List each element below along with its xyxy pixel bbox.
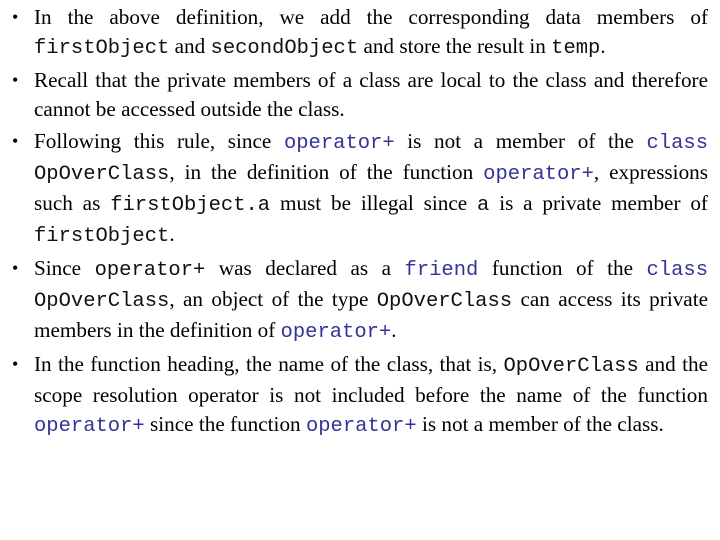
bullet-text: Since operator+ was declared as a friend…: [34, 256, 708, 344]
text-span: In the function heading, the name of the…: [34, 352, 504, 376]
code-span: firstObject: [34, 225, 170, 248]
bullet-text: Following this rule, since operator+ is …: [34, 129, 708, 248]
bullet-item: • In the above definition, we add the co…: [10, 3, 708, 63]
text-span: since the function: [144, 412, 306, 436]
code-span: firstObject.a: [110, 194, 271, 217]
code-keyword-span: friend: [404, 259, 479, 282]
bullet-text: In the function heading, the name of the…: [34, 352, 708, 438]
bullet-dot-icon: •: [12, 131, 19, 151]
bullet-item: • Following this rule, since operator+ i…: [10, 127, 708, 251]
text-span: and: [169, 34, 211, 58]
text-span: is a private member of: [489, 191, 708, 215]
bullet-dot-icon: •: [12, 7, 19, 27]
code-keyword-span: operator+: [283, 132, 395, 155]
text-span: .: [169, 222, 175, 246]
bullet-dot-icon: •: [12, 258, 19, 278]
code-span: operator+: [94, 259, 206, 282]
text-span: and store the result in: [358, 34, 552, 58]
code-span: secondObject: [210, 37, 359, 60]
text-span: was declared as a: [205, 256, 405, 280]
text-span: Following this rule, since: [34, 129, 284, 153]
code-span: OpOverClass: [376, 290, 513, 313]
code-span: OpOverClass: [34, 163, 170, 186]
code-keyword-span: class: [646, 132, 708, 155]
code-span: a: [477, 194, 490, 217]
text-span: Since: [34, 256, 95, 280]
bullet-list: • In the above definition, we add the co…: [10, 3, 708, 444]
code-keyword-span: operator+: [34, 415, 145, 438]
code-keyword-span: operator+: [483, 163, 594, 186]
bullet-text: In the above definition, we add the corr…: [34, 5, 708, 60]
text-span: function of the: [478, 256, 647, 280]
text-span: Recall that the private members of a cla…: [34, 68, 708, 121]
text-span: is not a member of the class.: [416, 412, 664, 436]
text-span: , an object of the type: [169, 287, 377, 311]
code-keyword-span: operator+: [305, 415, 417, 438]
text-span: In the above definition, we add the corr…: [34, 5, 708, 29]
code-span: OpOverClass: [34, 290, 170, 313]
text-span: .: [600, 34, 606, 58]
bullet-item: • Recall that the private members of a c…: [10, 66, 708, 124]
code-span: OpOverClass: [503, 355, 639, 378]
bullet-dot-icon: •: [12, 354, 19, 374]
code-keyword-span: operator+: [280, 321, 392, 344]
bullet-item: • Since operator+ was declared as a frie…: [10, 254, 708, 347]
bullet-item: • In the function heading, the name of t…: [10, 350, 708, 441]
text-span: .: [391, 318, 397, 342]
text-span: is not a member of the: [394, 129, 647, 153]
text-span: must be illegal since: [270, 191, 478, 215]
text-span: , in the definition of the function: [169, 160, 484, 184]
bullet-text: Recall that the private members of a cla…: [34, 68, 708, 121]
bullet-dot-icon: •: [12, 70, 19, 90]
slide: • In the above definition, we add the co…: [0, 0, 720, 540]
code-span: temp: [551, 37, 601, 60]
code-span: firstObject: [34, 37, 170, 60]
code-keyword-span: class: [646, 259, 708, 282]
